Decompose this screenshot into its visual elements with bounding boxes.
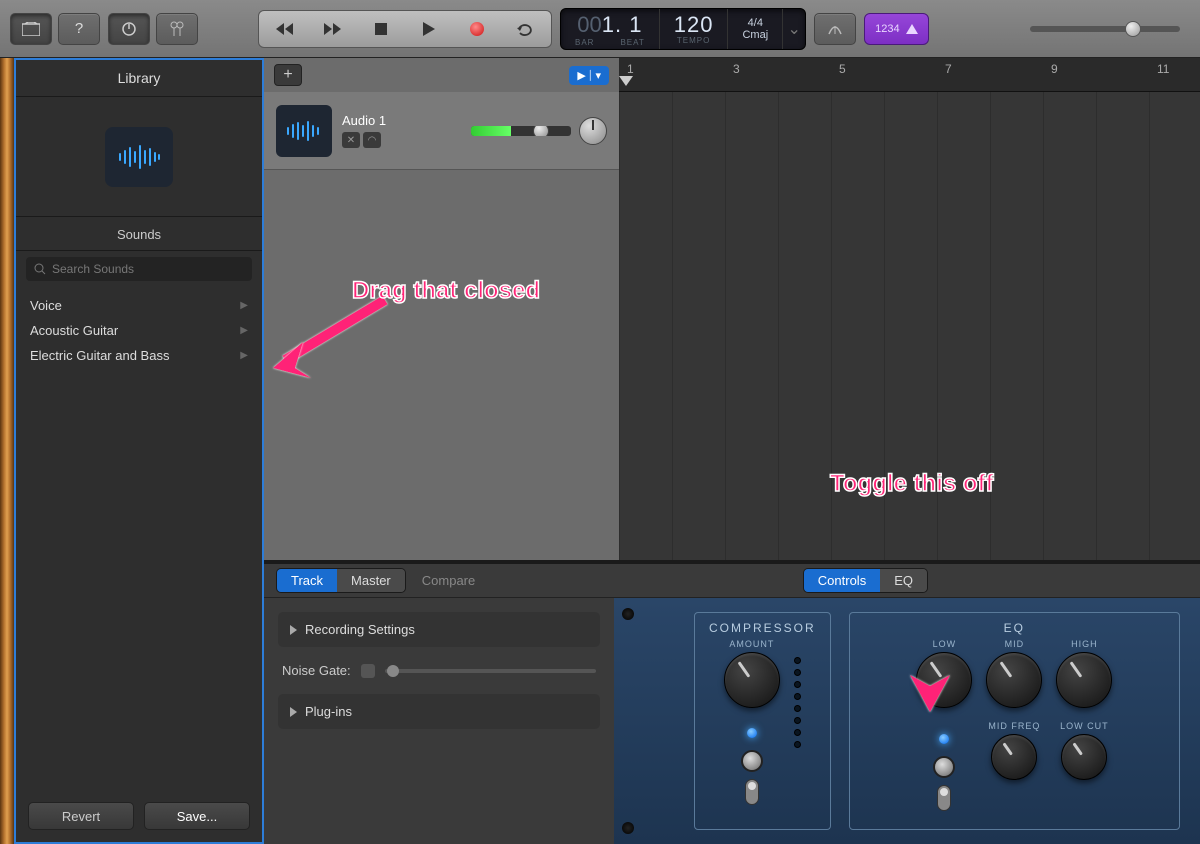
search-icon: [34, 263, 46, 275]
bar-value: 1: [602, 12, 615, 37]
jack-icon: [741, 750, 763, 772]
editors-toggle-button[interactable]: [156, 13, 198, 45]
disclosure-triangle-icon: [290, 625, 297, 635]
track-master-segment: Track Master: [276, 568, 406, 593]
play-button[interactable]: [405, 13, 453, 45]
quick-help-button[interactable]: ?: [58, 13, 100, 45]
sounds-header: Sounds: [16, 217, 262, 251]
tab-track[interactable]: Track: [277, 569, 337, 592]
eq-toggle[interactable]: [937, 785, 951, 811]
smart-controls-panel: Track Master Compare Controls EQ Recordi…: [264, 560, 1200, 844]
stop-button[interactable]: [357, 13, 405, 45]
compressor-led: [747, 728, 757, 738]
smart-controls-toggle-button[interactable]: [108, 13, 150, 45]
tempo-value: 120: [674, 14, 714, 36]
eq-high-knob[interactable]: [1056, 652, 1112, 708]
eq-midfreq-knob[interactable]: [991, 734, 1037, 780]
tuner-button[interactable]: [814, 13, 856, 45]
compressor-panel: COMPRESSOR AMOUNT: [694, 612, 831, 830]
noise-gate-row: Noise Gate:: [278, 657, 600, 684]
mute-button[interactable]: ✕: [342, 132, 360, 148]
metronome-icon: [906, 24, 918, 34]
save-button[interactable]: Save...: [144, 802, 250, 830]
eq-panel: EQ LOW M: [849, 612, 1180, 830]
master-volume-slider[interactable]: [1030, 26, 1180, 32]
record-icon: [470, 22, 484, 36]
inspector-column: Recording Settings Noise Gate: Plug-ins: [264, 598, 614, 844]
forward-button[interactable]: [309, 13, 357, 45]
compare-button[interactable]: Compare: [422, 573, 475, 588]
track-headers-column: Audio 1 ✕ ◠: [264, 92, 619, 560]
arrange-area[interactable]: [619, 92, 1200, 560]
compressor-toggle[interactable]: [745, 779, 759, 805]
recording-settings-row[interactable]: Recording Settings: [278, 612, 600, 647]
library-preview: [16, 97, 262, 217]
tab-master[interactable]: Master: [337, 569, 405, 592]
lcd-dropdown-chevron[interactable]: ⌄: [783, 9, 805, 49]
chevron-right-icon: ▶: [240, 350, 248, 361]
tab-controls[interactable]: Controls: [804, 569, 880, 592]
noise-gate-toggle[interactable]: [361, 664, 375, 678]
waveform-icon: [117, 142, 161, 172]
library-toggle-button[interactable]: [10, 13, 52, 45]
pan-knob[interactable]: [579, 117, 607, 145]
key-signature: Cmaj: [742, 29, 768, 41]
time-signature: 4/4: [748, 17, 763, 29]
wood-edge: [0, 58, 14, 844]
track-name: Audio 1: [342, 113, 386, 128]
record-button[interactable]: [453, 13, 501, 45]
catch-playhead-button[interactable]: ▶│▾: [569, 66, 609, 85]
bar-dim: 00: [577, 12, 601, 37]
category-list: Voice▶ Acoustic Guitar▶ Electric Guitar …: [16, 287, 262, 374]
compressor-amount-knob[interactable]: [724, 652, 780, 708]
category-voice[interactable]: Voice▶: [16, 293, 262, 318]
meter-leds: [794, 639, 801, 805]
smart-controls-surface: COMPRESSOR AMOUNT: [614, 598, 1200, 844]
jack-icon: [933, 756, 955, 778]
beat-value: 1: [629, 12, 642, 37]
view-segment: Controls EQ: [803, 568, 928, 593]
rewind-button[interactable]: [261, 13, 309, 45]
track-volume-slider[interactable]: [471, 126, 571, 136]
count-in-button[interactable]: 1234: [864, 13, 928, 45]
library-panel: Library Sounds Search Sounds Voice▶ Acou…: [14, 58, 264, 844]
disclosure-triangle-icon: [290, 707, 297, 717]
playhead[interactable]: [619, 76, 633, 86]
add-track-button[interactable]: +: [274, 64, 302, 86]
track-header[interactable]: Audio 1 ✕ ◠: [264, 92, 619, 170]
category-electric-guitar-bass[interactable]: Electric Guitar and Bass▶: [16, 343, 262, 368]
toolbar: ? 001. 1 BARBEAT 120 TEMPO 4/4 Cmaj ⌄ 12…: [0, 0, 1200, 58]
plugins-row[interactable]: Plug-ins: [278, 694, 600, 729]
screw-icon: [622, 822, 634, 834]
category-acoustic-guitar[interactable]: Acoustic Guitar▶: [16, 318, 262, 343]
eq-low-knob[interactable]: [916, 652, 972, 708]
chevron-right-icon: ▶: [240, 325, 248, 336]
revert-button[interactable]: Revert: [28, 802, 134, 830]
eq-mid-knob[interactable]: [986, 652, 1042, 708]
chevron-right-icon: ▶: [240, 300, 248, 311]
patch-icon: [105, 127, 173, 187]
lcd-display[interactable]: 001. 1 BARBEAT 120 TEMPO 4/4 Cmaj ⌄: [560, 8, 806, 50]
search-input[interactable]: Search Sounds: [26, 257, 252, 281]
timeline-ruler[interactable]: 1 3 5 7 9 11: [619, 58, 1200, 92]
eq-lowcut-knob[interactable]: [1061, 734, 1107, 780]
transport-controls: [258, 10, 552, 48]
library-title: Library: [16, 60, 262, 97]
tab-eq[interactable]: EQ: [880, 569, 927, 592]
eq-led: [939, 734, 949, 744]
screw-icon: [622, 608, 634, 620]
monitor-button[interactable]: ◠: [363, 132, 381, 148]
track-type-icon: [276, 105, 332, 157]
cycle-button[interactable]: [501, 13, 549, 45]
noise-gate-slider[interactable]: [385, 669, 596, 673]
